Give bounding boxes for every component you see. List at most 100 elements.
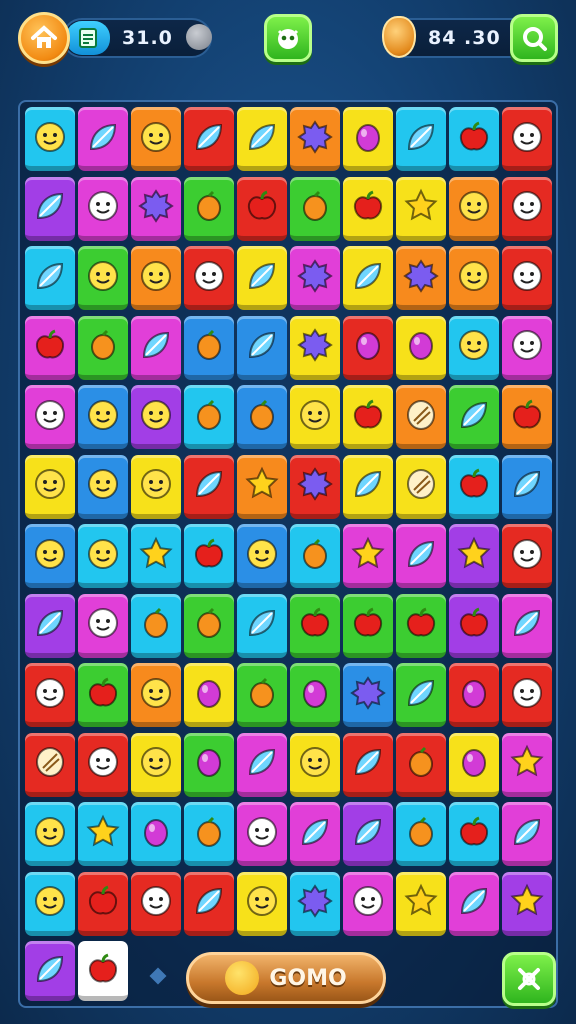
tile[interactable] — [502, 246, 552, 310]
tile[interactable] — [343, 802, 393, 866]
tile[interactable] — [502, 524, 552, 588]
tile[interactable] — [25, 941, 75, 1001]
tile[interactable] — [449, 871, 499, 936]
tile[interactable] — [184, 663, 234, 727]
tile[interactable] — [502, 385, 552, 449]
tile[interactable] — [396, 315, 446, 380]
tile[interactable] — [449, 107, 499, 171]
tile[interactable] — [449, 176, 499, 241]
tile[interactable] — [449, 524, 499, 588]
tile[interactable] — [78, 385, 128, 449]
tile[interactable] — [131, 593, 181, 658]
tile[interactable] — [237, 246, 287, 310]
tile[interactable] — [343, 315, 393, 380]
tile[interactable] — [78, 524, 128, 588]
tile[interactable] — [131, 524, 181, 588]
tile[interactable] — [237, 315, 287, 380]
tile[interactable] — [343, 176, 393, 241]
tile[interactable] — [131, 802, 181, 866]
tile[interactable] — [78, 454, 128, 519]
tile[interactable] — [449, 593, 499, 658]
tile[interactable] — [396, 593, 446, 658]
tile[interactable] — [25, 663, 75, 727]
tile[interactable] — [237, 593, 287, 658]
tile[interactable] — [237, 871, 287, 936]
tile[interactable] — [502, 315, 552, 380]
tile[interactable] — [290, 871, 340, 936]
tile[interactable] — [449, 663, 499, 727]
tile[interactable] — [343, 107, 393, 171]
tile[interactable] — [78, 107, 128, 171]
home-button[interactable] — [18, 12, 70, 64]
tile[interactable] — [131, 871, 181, 936]
tile[interactable] — [396, 454, 446, 519]
tile[interactable] — [290, 663, 340, 727]
tile[interactable] — [449, 315, 499, 380]
tile[interactable] — [25, 246, 75, 310]
tile[interactable] — [237, 802, 287, 866]
tile[interactable] — [131, 385, 181, 449]
tile[interactable] — [290, 246, 340, 310]
tile[interactable] — [237, 107, 287, 171]
tile[interactable] — [449, 732, 499, 797]
tile[interactable] — [502, 107, 552, 171]
tile[interactable] — [502, 732, 552, 797]
tile[interactable] — [25, 176, 75, 241]
tile[interactable] — [78, 802, 128, 866]
tile[interactable] — [290, 732, 340, 797]
tile[interactable] — [131, 454, 181, 519]
tile[interactable] — [449, 246, 499, 310]
tile[interactable] — [237, 663, 287, 727]
tile[interactable] — [502, 802, 552, 866]
tile[interactable] — [131, 315, 181, 380]
tile[interactable] — [502, 593, 552, 658]
tile[interactable] — [449, 385, 499, 449]
tile[interactable] — [25, 871, 75, 936]
tile[interactable] — [184, 176, 234, 241]
tile[interactable] — [396, 802, 446, 866]
tile[interactable] — [78, 663, 128, 727]
tile[interactable] — [78, 246, 128, 310]
tile[interactable] — [343, 454, 393, 519]
tile[interactable] — [290, 593, 340, 658]
tile[interactable] — [396, 524, 446, 588]
tile[interactable] — [184, 871, 234, 936]
go-button[interactable]: GOMO — [186, 952, 386, 1004]
tile[interactable] — [290, 802, 340, 866]
tile[interactable] — [290, 176, 340, 241]
tile[interactable] — [184, 107, 234, 171]
tile[interactable] — [343, 593, 393, 658]
tile[interactable] — [184, 454, 234, 519]
tile[interactable] — [131, 107, 181, 171]
tile[interactable] — [78, 871, 128, 936]
tile[interactable] — [502, 454, 552, 519]
pet-button[interactable] — [264, 14, 312, 62]
tile[interactable] — [502, 176, 552, 241]
tile[interactable] — [184, 385, 234, 449]
tile[interactable] — [237, 454, 287, 519]
tile[interactable] — [343, 246, 393, 310]
tile[interactable] — [25, 385, 75, 449]
tile[interactable] — [25, 454, 75, 519]
tile[interactable] — [25, 593, 75, 658]
tile[interactable] — [78, 593, 128, 658]
tile[interactable] — [343, 732, 393, 797]
tile[interactable] — [396, 176, 446, 241]
tile[interactable] — [184, 593, 234, 658]
tile[interactable] — [25, 107, 75, 171]
shuffle-button[interactable] — [502, 952, 556, 1006]
tile[interactable] — [290, 385, 340, 449]
tile[interactable] — [237, 176, 287, 241]
tile[interactable] — [396, 871, 446, 936]
tile[interactable] — [343, 663, 393, 727]
tile[interactable] — [502, 663, 552, 727]
tile[interactable] — [25, 524, 75, 588]
tile[interactable] — [78, 315, 128, 380]
tile[interactable] — [290, 315, 340, 380]
tile[interactable] — [25, 732, 75, 797]
tile[interactable] — [25, 315, 75, 380]
tile[interactable] — [396, 107, 446, 171]
tile[interactable] — [78, 941, 128, 1001]
tile[interactable] — [184, 315, 234, 380]
tile[interactable] — [237, 385, 287, 449]
